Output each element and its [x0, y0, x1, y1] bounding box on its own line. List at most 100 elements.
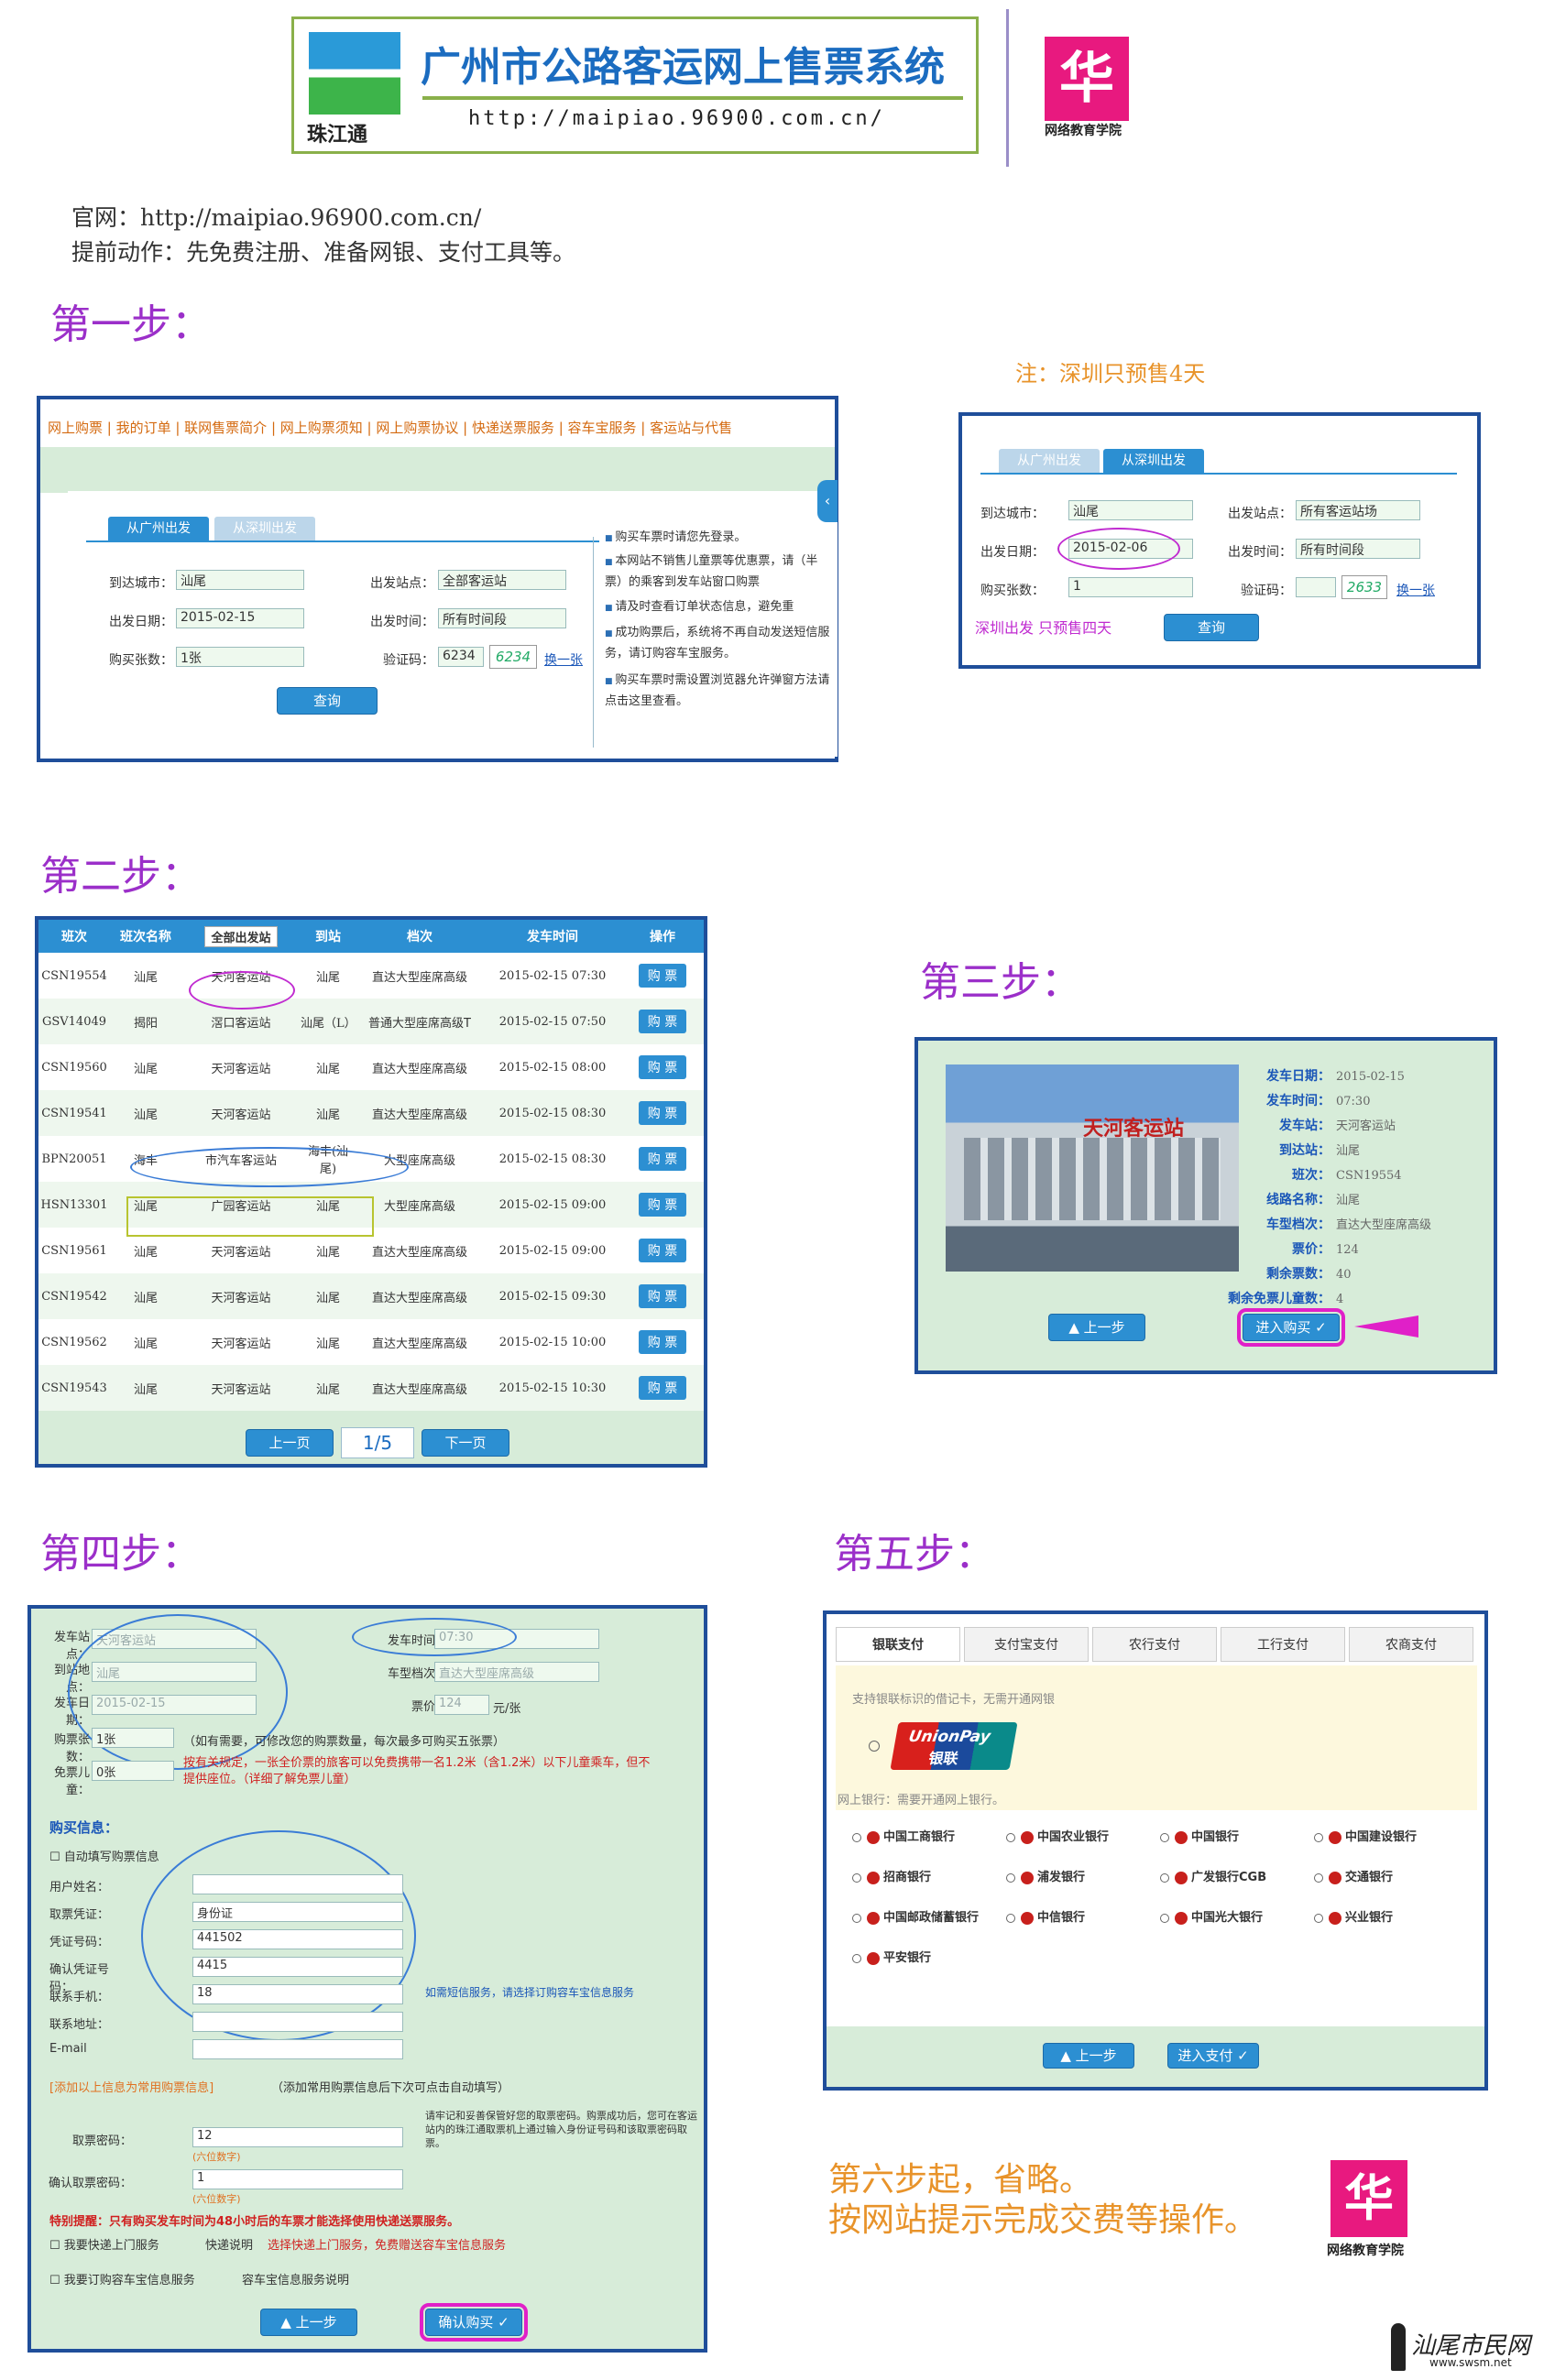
- bank-option[interactable]: 兴业银行: [1314, 1907, 1393, 1925]
- from-select[interactable]: 全部客运站: [438, 570, 566, 590]
- payment-tab[interactable]: 农行支付: [1092, 1627, 1217, 1662]
- payment-tab[interactable]: 工行支付: [1221, 1627, 1345, 1662]
- site-nav[interactable]: 网上购票 | 我的订单 | 联网售票简介 | 网上购票须知 | 网上购票协议 |…: [48, 418, 836, 437]
- bank-option[interactable]: 交通银行: [1314, 1867, 1393, 1884]
- logo-caption: 珠江通: [307, 124, 368, 147]
- user-field-input[interactable]: 18: [192, 1984, 403, 2004]
- code-input[interactable]: 6234: [438, 647, 484, 667]
- bank-radio[interactable]: [852, 1832, 861, 1842]
- date-input[interactable]: 2015-02-15: [176, 608, 304, 628]
- back-button[interactable]: ▲ 上一步: [1048, 1314, 1145, 1341]
- bank-option[interactable]: 广发银行CGB: [1160, 1867, 1266, 1884]
- tab-from-shenzhen[interactable]: 从深圳出发: [1103, 449, 1204, 473]
- bank-option[interactable]: 中国邮政储蓄银行: [852, 1907, 979, 1925]
- express-info-link[interactable]: 快递说明: [205, 2235, 253, 2253]
- bank-radio[interactable]: [1006, 1832, 1015, 1842]
- unionpay-hint: 支持银联标识的借记卡，无需开通网银: [852, 1693, 1056, 1707]
- bank-option[interactable]: 中国工商银行: [852, 1827, 955, 1844]
- buy-ticket-button[interactable]: 购 票: [638, 1239, 687, 1262]
- info-title: 购买信息：: [49, 1819, 119, 1836]
- bank-radio[interactable]: [1160, 1872, 1169, 1883]
- bank-option[interactable]: 中国光大银行: [1160, 1907, 1263, 1925]
- buy-ticket-button[interactable]: 购 票: [638, 1147, 687, 1171]
- buy-ticket-button[interactable]: 购 票: [638, 964, 687, 988]
- from-select[interactable]: 所有客运站场: [1296, 500, 1420, 520]
- refresh-captcha-link[interactable]: 换一张: [544, 650, 583, 669]
- watermark-figure-icon: [1391, 2323, 1406, 2371]
- bank-radio[interactable]: [1314, 1913, 1323, 1923]
- buy-ticket-button[interactable]: 购 票: [638, 1010, 687, 1033]
- bank-logo-icon: [1175, 1830, 1188, 1844]
- user-field-input[interactable]: [192, 1874, 403, 1894]
- count-input[interactable]: 1: [1068, 577, 1193, 597]
- count-select[interactable]: 1张: [176, 647, 304, 667]
- prev-page-button[interactable]: 上一页: [246, 1429, 334, 1457]
- user-field-input[interactable]: 身份证: [192, 1902, 403, 1922]
- footer-brand-logo: 华: [1330, 2160, 1407, 2237]
- back-button[interactable]: ▲ 上一步: [260, 2309, 357, 2336]
- bank-radio[interactable]: [1006, 1913, 1015, 1923]
- back-button[interactable]: ▲ 上一步: [1043, 2043, 1134, 2069]
- pwd-confirm-input[interactable]: 1: [192, 2169, 403, 2189]
- payment-tab[interactable]: 银联支付: [836, 1627, 960, 1662]
- tab-from-guangzhou[interactable]: 从广州出发: [108, 517, 209, 540]
- col-header-station-filter[interactable]: 全部出发站: [181, 920, 301, 953]
- auto-fill-checkbox[interactable]: ☐ 自动填写购票信息: [49, 1847, 159, 1864]
- tab-from-shenzhen[interactable]: 从深圳出发: [214, 517, 315, 540]
- user-field-input[interactable]: 4415: [192, 1957, 403, 1977]
- user-field-label: 取票凭证：: [49, 1908, 110, 1922]
- table-cell: 汕尾: [315, 1062, 340, 1076]
- user-field-input[interactable]: 441502: [192, 1929, 403, 1949]
- user-field-input[interactable]: [192, 2012, 403, 2032]
- bank-option[interactable]: 中信银行: [1006, 1907, 1085, 1925]
- query-button[interactable]: 查询: [1164, 614, 1259, 641]
- bank-radio[interactable]: [852, 1953, 861, 1963]
- subscribe-checkbox[interactable]: ☐ 我要订购容车宝信息服务: [49, 2270, 195, 2287]
- bank-option[interactable]: 平安银行: [852, 1948, 931, 1965]
- buy-ticket-button[interactable]: 购 票: [638, 1284, 687, 1308]
- bank-radio[interactable]: [1006, 1872, 1015, 1883]
- buy-ticket-button[interactable]: 购 票: [638, 1376, 687, 1400]
- bank-option[interactable]: 浦发银行: [1006, 1867, 1085, 1884]
- code-input[interactable]: [1296, 577, 1336, 597]
- bank-option[interactable]: 招商银行: [852, 1867, 931, 1884]
- bank-radio[interactable]: [852, 1913, 861, 1923]
- count-select[interactable]: 1张: [92, 1728, 174, 1748]
- unionpay-radio[interactable]: [869, 1741, 880, 1752]
- next-page-button[interactable]: 下一页: [422, 1429, 509, 1457]
- bank-option[interactable]: 中国农业银行: [1006, 1827, 1109, 1844]
- enter-payment-button[interactable]: 进入支付 ✓: [1167, 2043, 1259, 2069]
- user-field-input[interactable]: [192, 2039, 403, 2059]
- payment-tab[interactable]: 支付宝支付: [964, 1627, 1089, 1662]
- bank-radio[interactable]: [1314, 1872, 1323, 1883]
- dest-input[interactable]: 汕尾: [1068, 500, 1193, 520]
- buy-ticket-button[interactable]: 购 票: [638, 1193, 687, 1217]
- pwd-input[interactable]: 12: [192, 2127, 403, 2147]
- child-select[interactable]: 0张: [92, 1761, 174, 1781]
- bank-radio[interactable]: [1314, 1832, 1323, 1842]
- query-button[interactable]: 查询: [277, 687, 378, 715]
- bank-radio[interactable]: [1160, 1832, 1169, 1842]
- time-select[interactable]: 所有时间段: [1296, 539, 1420, 559]
- save-common-link[interactable]: [添加以上信息为常用购票信息]: [49, 2078, 214, 2095]
- bank-radio[interactable]: [1160, 1913, 1169, 1923]
- station-filter-select[interactable]: 全部出发站: [204, 925, 278, 947]
- refresh-captcha-link[interactable]: 换一张: [1396, 581, 1435, 599]
- time-select[interactable]: 所有时间段: [438, 608, 566, 628]
- bank-radio[interactable]: [852, 1872, 861, 1883]
- bank-option[interactable]: 中国建设银行: [1314, 1827, 1417, 1844]
- enter-purchase-button[interactable]: 进入购买 ✓: [1237, 1308, 1345, 1347]
- buy-ticket-button[interactable]: 购 票: [638, 1101, 687, 1125]
- dest-input[interactable]: 汕尾: [176, 570, 304, 590]
- buy-ticket-button[interactable]: 购 票: [638, 1055, 687, 1079]
- buy-ticket-button[interactable]: 购 票: [638, 1330, 687, 1354]
- tab-from-guangzhou[interactable]: 从广州出发: [999, 449, 1100, 473]
- side-handle-icon[interactable]: ‹: [817, 480, 838, 522]
- bank-option[interactable]: 中国银行: [1160, 1827, 1239, 1844]
- buy-cell: 购 票: [621, 1182, 704, 1228]
- subscribe-info-link[interactable]: 容车宝信息服务说明: [242, 2270, 349, 2287]
- confirm-purchase-button[interactable]: 确认购买 ✓: [420, 2303, 528, 2342]
- payment-tab[interactable]: 农商支付: [1349, 1627, 1473, 1662]
- col-header-sort[interactable]: 发车时间: [484, 920, 621, 953]
- express-checkbox[interactable]: ☐ 我要快递上门服务: [49, 2235, 159, 2253]
